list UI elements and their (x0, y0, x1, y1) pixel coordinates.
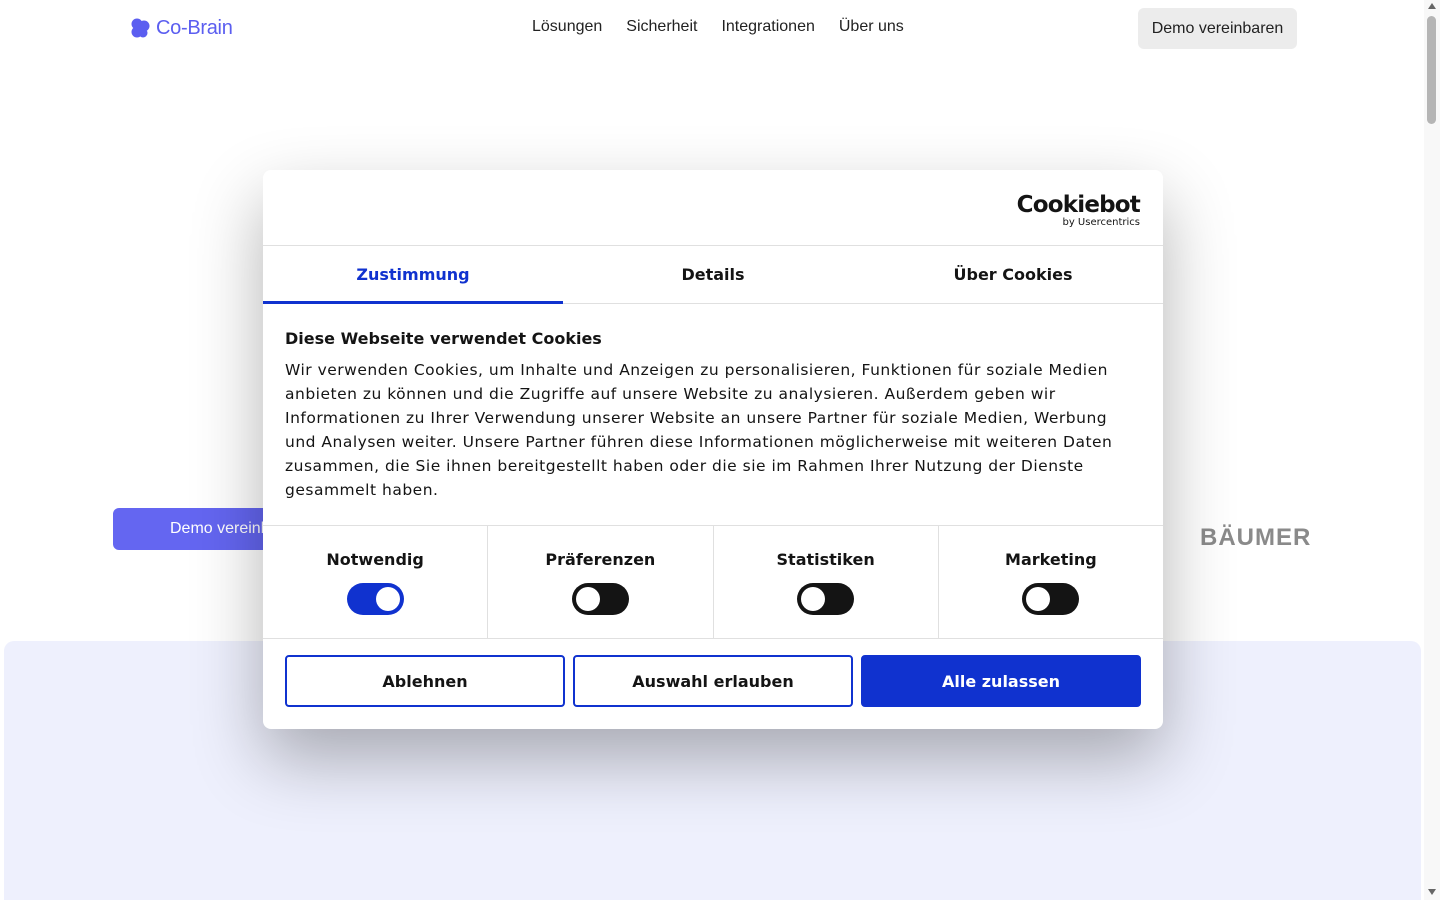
tab-details[interactable]: Details (563, 246, 863, 303)
site-header: Co-Brain Lösungen Sicherheit Integration… (0, 0, 1424, 60)
category-label: Notwendig (326, 550, 424, 569)
category-statistiken: Statistiken (714, 526, 939, 638)
category-label: Statistiken (776, 550, 875, 569)
allow-all-button[interactable]: Alle zulassen (861, 655, 1141, 707)
allow-selection-button[interactable]: Auswahl erlauben (573, 655, 853, 707)
toggle-notwendig[interactable] (346, 583, 404, 615)
cookiebot-brand-sub: by Usercentrics (1062, 217, 1140, 228)
demo-button-header[interactable]: Demo vereinbaren (1138, 8, 1297, 49)
category-notwendig: Notwendig (263, 526, 489, 638)
category-label: Marketing (1005, 550, 1097, 569)
toggle-knob (801, 587, 826, 611)
consent-tabs: Zustimmung Details Über Cookies (263, 246, 1163, 304)
cookiebot-brand: Cookiebot (1016, 192, 1141, 218)
toggle-knob (1026, 587, 1051, 611)
consent-buttons: Ablehnen Auswahl erlauben Alle zulassen (263, 639, 1163, 707)
scroll-up-arrow-icon[interactable] (1428, 3, 1436, 9)
scrollbar[interactable] (1424, 0, 1440, 900)
decline-button[interactable]: Ablehnen (285, 655, 565, 707)
main-nav: Lösungen Sicherheit Integrationen Über u… (532, 18, 904, 36)
toggle-statistiken[interactable] (797, 583, 855, 615)
dialog-title: Diese Webseite verwendet Cookies (285, 329, 602, 348)
tab-zustimmung[interactable]: Zustimmung (263, 246, 563, 304)
logo[interactable]: Co-Brain (128, 16, 233, 40)
category-label: Präferenzen (545, 550, 656, 569)
cookie-consent-dialog: Cookiebot by Usercentrics Zustimmung Det… (263, 170, 1163, 729)
co-brain-logo-icon (131, 18, 150, 38)
category-marketing: Marketing (939, 526, 1163, 638)
hero-demo-button[interactable]: Demo vereinb (113, 508, 283, 550)
logo-text: Co-Brain (156, 16, 233, 39)
nav-item-loesungen[interactable]: Lösungen (532, 18, 602, 36)
dialog-header: Cookiebot by Usercentrics (263, 170, 1163, 246)
tab-ueber-cookies[interactable]: Über Cookies (863, 246, 1163, 303)
cookie-categories: Notwendig Präferenzen Statistiken Market… (263, 526, 1163, 639)
dialog-description: Wir verwenden Cookies, um Inhalte und An… (285, 361, 1113, 499)
cookiebot-logo[interactable]: Cookiebot by Usercentrics (1016, 192, 1141, 228)
category-praeferenzen: Präferenzen (488, 526, 714, 638)
customer-logo-baeumer: BÄUMER (1200, 524, 1312, 551)
nav-item-integrationen[interactable]: Integrationen (721, 18, 814, 36)
dialog-body: Diese Webseite verwendet Cookies Wir ver… (263, 304, 1163, 526)
toggle-knob (575, 587, 600, 611)
scrollbar-thumb[interactable] (1427, 16, 1436, 124)
nav-item-sicherheit[interactable]: Sicherheit (626, 18, 697, 36)
scroll-down-arrow-icon[interactable] (1428, 889, 1436, 895)
toggle-knob (375, 587, 400, 611)
toggle-marketing[interactable] (1022, 583, 1080, 615)
toggle-praeferenzen[interactable] (571, 583, 629, 615)
nav-item-ueber-uns[interactable]: Über uns (839, 18, 904, 36)
